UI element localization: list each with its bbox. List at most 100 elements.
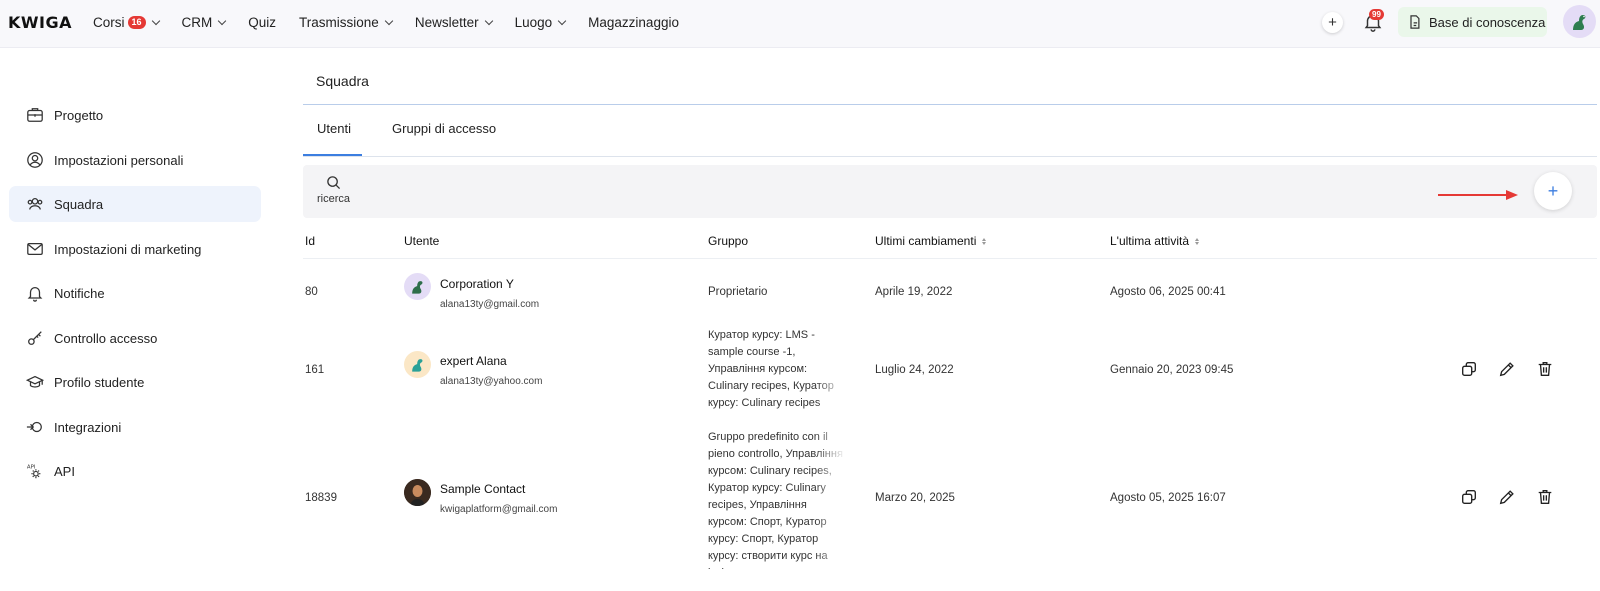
team-icon bbox=[27, 197, 43, 210]
sidebar-item-label: Impostazioni di marketing bbox=[54, 241, 202, 257]
last-activity-cell: Agosto 05, 2025 16:07 bbox=[1110, 492, 1226, 504]
search-button[interactable]: ricerca bbox=[317, 175, 350, 205]
sort-icon bbox=[1195, 237, 1199, 245]
courses-count-badge: 16 bbox=[127, 15, 146, 29]
chevron-down-icon bbox=[218, 16, 227, 25]
add-user-button[interactable]: + bbox=[1534, 172, 1572, 210]
sidebar-item-notifiche[interactable]: Notifiche bbox=[9, 275, 261, 311]
sidebar: Progetto Impostazioni personali Squadra … bbox=[0, 48, 270, 591]
tab-gruppi-di-accesso[interactable]: Gruppi di accesso bbox=[392, 121, 496, 136]
svg-text:API: API bbox=[27, 464, 36, 470]
edit-icon[interactable] bbox=[1498, 488, 1516, 506]
user-circle-icon bbox=[27, 152, 43, 168]
sidebar-item-label: Controllo accesso bbox=[54, 330, 158, 346]
nav-item-trasmissione[interactable]: Trasmissione bbox=[299, 14, 394, 30]
nav-label: CRM bbox=[181, 14, 213, 30]
last-activity-cell: Agosto 06, 2025 00:41 bbox=[1110, 286, 1226, 298]
nav-item-newsletter[interactable]: Newsletter bbox=[414, 14, 493, 30]
header-label: Ultimi cambiamenti bbox=[875, 234, 977, 248]
nav-item-crm[interactable]: CRM bbox=[181, 14, 227, 30]
dinosaur-avatar-icon bbox=[411, 358, 422, 372]
sidebar-item-api[interactable]: API API bbox=[9, 453, 261, 489]
copy-icon[interactable] bbox=[1460, 488, 1478, 506]
nav-label: Newsletter bbox=[414, 14, 479, 30]
sidebar-item-label: Squadra bbox=[54, 196, 104, 212]
sidebar-item-impostazioni-marketing[interactable]: Impostazioni di marketing bbox=[9, 231, 261, 267]
chevron-down-icon bbox=[484, 16, 493, 25]
integration-icon bbox=[26, 421, 42, 433]
sidebar-item-label: Progetto bbox=[54, 107, 104, 123]
sidebar-item-squadra[interactable]: Squadra bbox=[9, 186, 261, 222]
nav-item-magazzinaggio[interactable]: Magazzinaggio bbox=[588, 15, 679, 30]
nav-item-quiz[interactable]: Quiz bbox=[248, 15, 276, 30]
sidebar-item-progetto[interactable]: Progetto bbox=[9, 97, 261, 133]
search-icon bbox=[327, 176, 341, 190]
sidebar-item-profilo-studente[interactable]: Profilo studente bbox=[9, 364, 261, 400]
sidebar-item-integrazioni[interactable]: Integrazioni bbox=[9, 409, 261, 445]
column-header-id: Id bbox=[305, 234, 315, 248]
knowledge-base-button[interactable]: Base di conoscenza bbox=[1398, 7, 1547, 37]
edit-icon[interactable] bbox=[1498, 360, 1516, 378]
user-avatar[interactable] bbox=[1563, 5, 1596, 38]
person-photo-icon bbox=[404, 479, 431, 506]
red-arrow-annotation-icon bbox=[1438, 190, 1518, 200]
quick-add-button[interactable]: + bbox=[1322, 12, 1343, 33]
chevron-down-icon bbox=[384, 16, 394, 25]
sidebar-item-label: Impostazioni personali bbox=[54, 152, 184, 168]
dinosaur-avatar-icon bbox=[411, 280, 422, 294]
nav-label: Luogo bbox=[514, 14, 553, 30]
header-divider bbox=[303, 258, 1597, 259]
user-email: alana13ty@yahoo.com bbox=[440, 376, 543, 387]
avatar bbox=[404, 351, 431, 378]
avatar bbox=[404, 273, 431, 300]
header-label: L'ultima attività bbox=[1110, 234, 1189, 248]
last-changes-cell: Marzo 20, 2025 bbox=[875, 492, 955, 504]
notifications-badge: 99 bbox=[1369, 9, 1384, 20]
user-email: alana13ty@gmail.com bbox=[440, 299, 540, 310]
tabs-divider bbox=[303, 156, 1597, 157]
dinosaur-avatar-icon bbox=[1572, 14, 1585, 30]
copy-icon[interactable] bbox=[1460, 360, 1478, 378]
avatar bbox=[404, 479, 431, 506]
logo[interactable]: KWIGA bbox=[8, 13, 72, 32]
nav-label: Corsi bbox=[93, 14, 125, 30]
sidebar-item-label: Integrazioni bbox=[54, 419, 122, 435]
mail-icon bbox=[27, 242, 43, 256]
sidebar-item-label: Notifiche bbox=[54, 285, 105, 301]
sidebar-item-controllo-accesso[interactable]: Controllo accesso bbox=[9, 320, 261, 356]
user-name: expert Alana bbox=[440, 354, 507, 368]
trash-icon[interactable] bbox=[1536, 488, 1554, 506]
knowledge-base-label: Base di conoscenza bbox=[1429, 14, 1546, 30]
plus-icon: + bbox=[1328, 14, 1337, 31]
user-cell[interactable]: expert Alana alana13ty@yahoo.com bbox=[440, 354, 542, 387]
briefcase-icon bbox=[27, 108, 43, 122]
sidebar-item-label: API bbox=[54, 463, 75, 479]
user-cell[interactable]: Corporation Y alana13ty@gmail.com bbox=[440, 277, 539, 310]
header-label: Id bbox=[305, 234, 316, 248]
graduation-cap-icon bbox=[26, 375, 44, 388]
trash-icon[interactable] bbox=[1536, 360, 1554, 378]
page-title: Squadra bbox=[316, 73, 369, 89]
user-cell[interactable]: Sample Contact kwigaplatform@gmail.com bbox=[440, 482, 557, 515]
main-nav: Corsi 16 CRM Quiz Trasmissione Newsletter… bbox=[93, 0, 702, 44]
tab-utenti[interactable]: Utenti bbox=[317, 121, 351, 136]
column-header-last-changes[interactable]: Ultimi cambiamenti bbox=[875, 234, 987, 248]
sidebar-item-impostazioni-personali[interactable]: Impostazioni personali bbox=[9, 142, 261, 178]
chevron-down-icon bbox=[557, 16, 567, 25]
key-icon bbox=[28, 331, 42, 345]
nav-label: Magazzinaggio bbox=[588, 14, 679, 30]
bell-icon bbox=[27, 286, 43, 302]
group-fade bbox=[815, 429, 851, 569]
search-bar: ricerca + bbox=[303, 165, 1597, 218]
sidebar-item-label: Profilo studente bbox=[54, 374, 145, 390]
user-name: Sample Contact bbox=[440, 482, 526, 496]
nav-item-corsi[interactable]: Corsi 16 bbox=[93, 14, 160, 30]
nav-item-luogo[interactable]: Luogo bbox=[514, 14, 567, 30]
group-fade bbox=[815, 327, 851, 413]
row-id: 161 bbox=[305, 364, 325, 376]
last-activity-cell: Gennaio 20, 2023 09:45 bbox=[1110, 364, 1234, 376]
column-header-last-activity[interactable]: L'ultima attività bbox=[1110, 234, 1199, 248]
nav-label: Trasmissione bbox=[299, 14, 379, 30]
search-label: ricerca bbox=[317, 193, 351, 205]
row-id: 18839 bbox=[305, 492, 337, 504]
